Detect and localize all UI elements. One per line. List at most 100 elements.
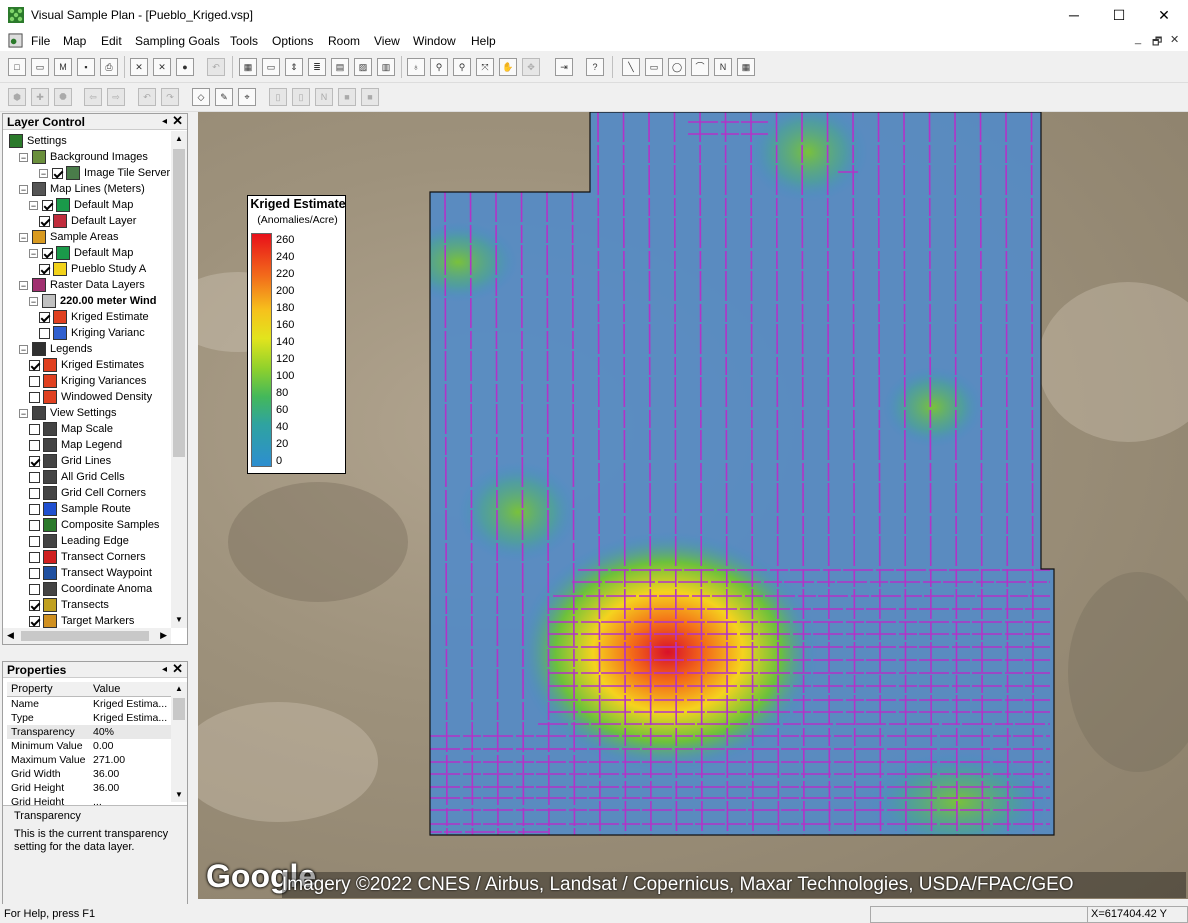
pin-icon[interactable]: ◂ — [162, 114, 167, 130]
shape-hex-icon[interactable]: ⬢ — [8, 88, 26, 106]
rotate-right-icon[interactable]: ↷ — [161, 88, 179, 106]
layer-tree-item[interactable]: Transects — [29, 597, 109, 613]
layer-tree-item[interactable]: Leading Edge — [29, 533, 129, 549]
layer-tree-item[interactable]: All Grid Cells — [29, 469, 125, 485]
menu-help[interactable]: Help — [471, 34, 496, 48]
layer-checkbox[interactable] — [39, 311, 50, 323]
layer-checkbox[interactable] — [29, 359, 40, 371]
layer-tree-item[interactable]: − Default Map — [29, 245, 133, 261]
layer-checkbox[interactable] — [29, 551, 40, 563]
layer-checkbox[interactable] — [29, 599, 40, 611]
layer-tree-item[interactable]: − 220.00 meter Wind — [29, 293, 157, 309]
layer-tree-item[interactable]: Kriged Estimate — [39, 309, 149, 325]
align-icon[interactable]: ▯ — [269, 88, 287, 106]
layer-checkbox[interactable] — [29, 567, 40, 579]
new-icon[interactable]: □ — [8, 58, 26, 76]
property-row[interactable]: Name Kriged Estima... — [7, 697, 171, 711]
property-row[interactable]: Grid Width 36.00 — [7, 767, 171, 781]
layer-tree-item[interactable]: Grid Cell Corners — [29, 485, 146, 501]
samples-icon[interactable]: ● — [176, 58, 194, 76]
collapse-icon[interactable]: − — [19, 184, 28, 194]
layer-tree-item[interactable]: Kriging Varianc — [39, 325, 145, 341]
layer-checkbox[interactable] — [42, 199, 53, 211]
collapse-icon[interactable]: − — [19, 152, 28, 162]
pin-icon[interactable]: ♁ — [407, 58, 425, 76]
property-row[interactable]: Type Kriged Estima... — [7, 711, 171, 725]
property-row[interactable]: Transparency 40% — [7, 725, 171, 739]
export-icon[interactable]: ⇥ — [555, 58, 573, 76]
back-icon[interactable]: ⇦ — [84, 88, 102, 106]
print-icon[interactable]: ⎙ — [100, 58, 118, 76]
pencil-icon[interactable]: ✎ — [215, 88, 233, 106]
layer-tree-item[interactable]: Transect Waypoint — [29, 565, 152, 581]
layer-tree-item[interactable]: − Map Lines (Meters) — [19, 181, 145, 197]
layer-tree-item[interactable]: − Image Tile Server — [39, 165, 170, 181]
menu-tools[interactable]: Tools — [230, 34, 258, 48]
layer-tree-item[interactable]: Map Legend — [29, 437, 122, 453]
mdi-restore-button[interactable]: 🗗 — [1152, 33, 1162, 52]
scroll-up-icon[interactable]: ▲ — [171, 131, 187, 147]
draw-note-icon[interactable]: N — [714, 58, 732, 76]
shape-plus-icon[interactable]: ✚ — [31, 88, 49, 106]
collapse-icon[interactable]: − — [39, 168, 48, 178]
move-icon[interactable]: ✥ — [522, 58, 540, 76]
layer-tree-item[interactable]: Coordinate Anoma — [29, 581, 152, 597]
layer-tree-item[interactable]: − Default Map — [29, 197, 133, 213]
layer-tree-item[interactable]: Settings — [9, 133, 67, 149]
scroll-right-icon[interactable]: ▶ — [160, 630, 167, 641]
property-value[interactable]: Kriged Estima... — [93, 697, 167, 711]
map-canvas[interactable] — [198, 112, 1188, 899]
layers-icon[interactable]: ◇ — [192, 88, 210, 106]
minimize-button[interactable]: ─ — [1051, 0, 1097, 31]
menu-window[interactable]: Window — [413, 34, 456, 48]
menu-sampling-goals[interactable]: Sampling Goals — [135, 34, 220, 48]
hscroll-thumb[interactable] — [21, 631, 149, 641]
layer-tree-item[interactable]: Target Markers — [29, 613, 134, 629]
draw-ellipse-icon[interactable]: ◯ — [668, 58, 686, 76]
menu-room[interactable]: Room — [328, 34, 360, 48]
view-coords-icon[interactable]: ▤ — [331, 58, 349, 76]
layer-checkbox[interactable] — [29, 423, 40, 435]
map-icon[interactable]: M — [54, 58, 72, 76]
collapse-icon[interactable]: − — [19, 232, 28, 242]
property-value[interactable]: 40% — [93, 725, 114, 739]
rotate-left-icon[interactable]: ↶ — [138, 88, 156, 106]
align-icon[interactable]: ▯ — [292, 88, 310, 106]
collapse-icon[interactable]: − — [29, 248, 38, 258]
close-icon[interactable]: ✕ — [172, 661, 183, 677]
view-tile-icon[interactable]: ▨ — [354, 58, 372, 76]
collapse-icon[interactable]: − — [19, 408, 28, 418]
layer-tree-item[interactable]: Transect Corners — [29, 549, 146, 565]
layer-checkbox[interactable] — [29, 375, 40, 387]
zoom-out-icon[interactable]: ⚲ — [453, 58, 471, 76]
collapse-icon[interactable]: − — [19, 280, 28, 290]
layer-checkbox[interactable] — [39, 215, 50, 227]
layer-tree-item[interactable]: Grid Lines — [29, 453, 111, 469]
mdi-close-button[interactable]: ✕ — [1170, 33, 1179, 46]
menu-file[interactable]: File — [31, 34, 50, 48]
scroll-up-icon[interactable]: ▲ — [171, 682, 187, 696]
property-row[interactable]: Minimum Value 0.00 — [7, 739, 171, 753]
box-icon[interactable]: ■ — [361, 88, 379, 106]
layer-checkbox[interactable] — [29, 535, 40, 547]
menu-map[interactable]: Map — [63, 34, 86, 48]
layer-tree-item[interactable]: Pueblo Study A — [39, 261, 146, 277]
shape-oct-icon[interactable]: ⯃ — [54, 88, 72, 106]
layer-tree-item[interactable]: − Legends — [19, 341, 92, 357]
layer-tree-item[interactable]: Kriging Variances — [29, 373, 146, 389]
property-value[interactable]: 36.00 — [93, 781, 119, 795]
layer-tree-item[interactable]: Kriged Estimates — [29, 357, 144, 373]
document-icon[interactable] — [8, 33, 23, 48]
view-report-icon[interactable]: ≣ — [308, 58, 326, 76]
layer-checkbox[interactable] — [29, 583, 40, 595]
layer-tree-item[interactable]: Composite Samples — [29, 517, 159, 533]
layer-tree-item[interactable]: Windowed Density — [29, 389, 152, 405]
note-icon[interactable]: N — [315, 88, 333, 106]
layer-checkbox[interactable] — [39, 327, 50, 339]
close-icon[interactable]: ✕ — [172, 113, 183, 129]
forward-icon[interactable]: ⇨ — [107, 88, 125, 106]
layer-tree-hscrollbar[interactable]: ◀ ▶ — [3, 628, 171, 644]
pan-icon[interactable]: ✋ — [499, 58, 517, 76]
layer-checkbox[interactable] — [29, 519, 40, 531]
zoom-in-icon[interactable]: ⚲ — [430, 58, 448, 76]
